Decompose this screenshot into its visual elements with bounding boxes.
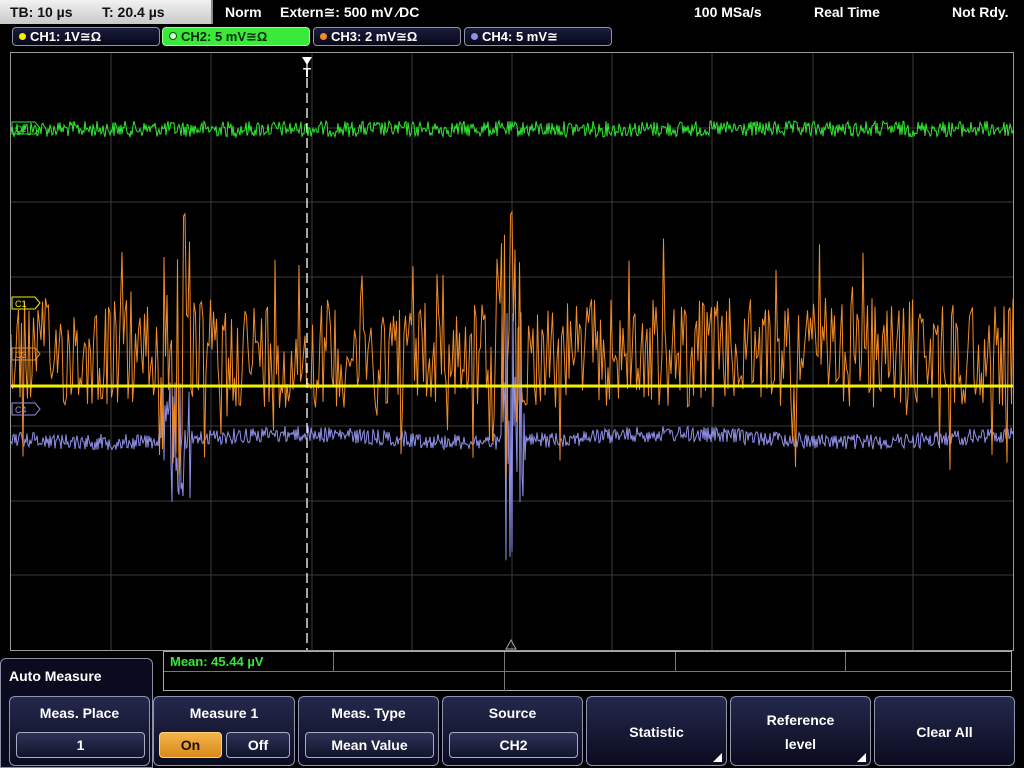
ch1-marker[interactable]: C1 <box>11 296 41 310</box>
reference-level-softkey[interactable]: Reference level <box>730 696 871 766</box>
channel-label: CH4: 5 mV≅ <box>482 29 558 44</box>
meas-type-value-button[interactable]: Mean Value <box>305 732 434 758</box>
trigger-mode[interactable]: Norm <box>225 0 262 24</box>
measure1-off-button[interactable]: Off <box>226 732 290 758</box>
reference-level-label-line1: Reference <box>766 712 835 728</box>
sample-rate: 100 MSa/s <box>694 4 762 20</box>
ch3-marker-label: C3 <box>15 350 27 360</box>
meas-type-label: Meas. Type <box>331 705 406 721</box>
trigger-marker-label: T <box>303 65 311 80</box>
meas-place-value-button[interactable]: 1 <box>16 732 145 758</box>
statistic-label: Statistic <box>629 724 684 740</box>
meas-place-softkey[interactable]: Meas. Place 1 <box>9 696 150 766</box>
channel-label: CH1: 1V≅Ω <box>30 29 102 44</box>
measurement-slot-4[interactable] <box>676 652 846 671</box>
auto-measure-title: Auto Measure <box>9 668 102 684</box>
source-softkey[interactable]: Source CH2 <box>442 696 583 766</box>
ch1-color-dot <box>19 33 26 40</box>
submenu-corner-icon <box>713 753 722 762</box>
timebase-readout: TB: 10 µs <box>10 4 73 20</box>
ch4-trigger-arrow-icon <box>505 638 517 650</box>
submenu-corner-icon <box>857 753 866 762</box>
measurement-slot-6[interactable] <box>164 671 505 691</box>
channel-tab-ch1[interactable]: CH1: 1V≅Ω <box>12 27 160 46</box>
measure1-on-button[interactable]: On <box>159 732 222 758</box>
ch2-color-dot <box>169 32 177 40</box>
waveform-canvas: T C2 C1 C3 C4 <box>10 53 1014 650</box>
channel-label: CH2: 5 mV≅Ω <box>181 29 268 44</box>
channel-tab-ch2[interactable]: CH2: 5 mV≅Ω <box>162 27 310 46</box>
ch1-marker-label: C1 <box>15 299 27 309</box>
ch4-color-dot <box>471 33 478 40</box>
channel-label: CH3: 2 mV≅Ω <box>331 29 418 44</box>
timebase-box[interactable]: TB: 10 µs T: 20.4 µs <box>0 0 213 24</box>
ch4-marker[interactable]: C4 <box>11 402 41 416</box>
trigger-state: Not Rdy. <box>952 4 1009 20</box>
acquisition-mode: Real Time <box>814 4 880 20</box>
measure1-label: Measure 1 <box>189 705 259 721</box>
measurement-slot-7[interactable] <box>505 671 1011 691</box>
measurement-bar: Mean: 45.44 µV <box>163 651 1012 691</box>
source-value-button[interactable]: CH2 <box>449 732 578 758</box>
statistic-softkey[interactable]: Statistic <box>586 696 727 766</box>
trigger-time-readout: T: 20.4 µs <box>102 4 165 20</box>
measurement-slot-5[interactable] <box>846 652 1011 671</box>
meas-place-label: Meas. Place <box>39 705 120 721</box>
graticule <box>11 53 1013 650</box>
reference-level-label-line2: level <box>784 736 817 752</box>
status-bar: TB: 10 µs T: 20.4 µs Norm Extern≅: 500 m… <box>0 0 1024 24</box>
trigger-arrow-icon[interactable] <box>302 57 312 65</box>
channel-tab-ch4[interactable]: CH4: 5 mV≅ <box>464 27 612 46</box>
ch4-marker-label: C4 <box>15 405 27 415</box>
source-label: Source <box>488 705 537 721</box>
meas-type-softkey[interactable]: Meas. Type Mean Value <box>298 696 439 766</box>
ch3-color-dot <box>320 33 327 40</box>
clear-all-softkey[interactable]: Clear All <box>874 696 1015 766</box>
channel-tab-ch3[interactable]: CH3: 2 mV≅Ω <box>313 27 461 46</box>
measure1-softkey[interactable]: Measure 1 On Off <box>153 696 295 766</box>
measurement-slot-1[interactable]: Mean: 45.44 µV <box>164 652 334 671</box>
measurement-slot-3[interactable] <box>505 652 676 671</box>
ch2-marker-label: C2 <box>15 124 27 134</box>
trigger-source[interactable]: Extern≅: 500 mV ⁄DC <box>280 0 419 24</box>
clear-all-label: Clear All <box>916 724 973 740</box>
waveform-display[interactable]: T C2 C1 C3 C4 <box>10 52 1014 651</box>
measurement-slot-2[interactable] <box>334 652 505 671</box>
mean-value-readout: Mean: 45.44 µV <box>170 654 264 669</box>
